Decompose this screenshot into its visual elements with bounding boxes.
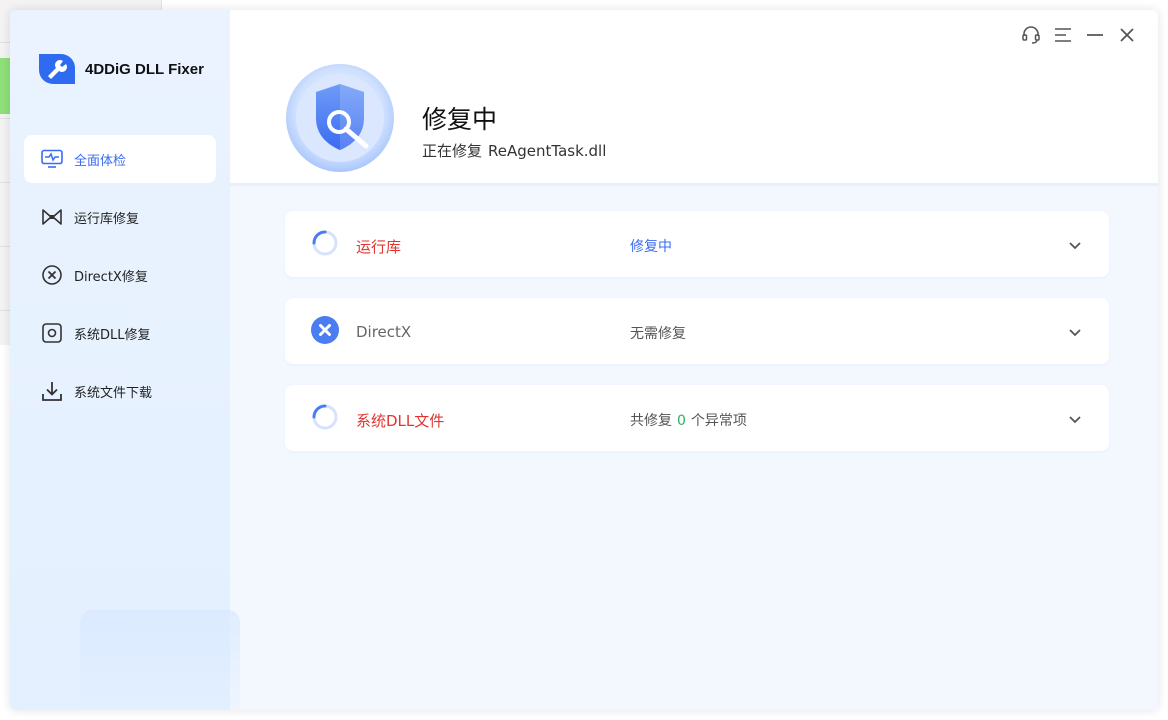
repair-card-directx[interactable]: DirectX 无需修复 [285,298,1109,364]
sidebar-item-label: 运行库修复 [74,211,140,227]
repaired-count: 0 [677,413,686,429]
sidebar: 4DDiG DLL Fixer 全面体检 运行库修复 DirectX修复 系统D… [10,10,240,710]
status-suffix: 个异常项 [690,413,747,429]
chevron-down-icon[interactable] [1067,324,1083,340]
sidebar-decoration [80,610,240,710]
status-prefix: 共修复 [630,413,672,429]
card-title: 运行库 [356,238,402,256]
card-title: 系统DLL文件 [356,412,445,430]
sidebar-item-system-dll-repair[interactable]: 系统DLL修复 [24,309,216,357]
shield-search-icon [286,64,394,172]
sidebar-item-full-checkup[interactable]: 全面体检 [24,135,216,183]
repair-card-runtime[interactable]: 运行库 修复中 [285,211,1109,277]
brand: 4DDiG DLL Fixer [35,50,204,88]
download-icon [40,379,64,403]
sidebar-item-label: 系统DLL修复 [74,327,151,343]
sidebar-item-system-file-download[interactable]: 系统文件下载 [24,367,216,415]
card-title: DirectX [356,323,412,341]
x-circle-icon [40,263,64,287]
card-status: 修复中 [630,239,672,255]
bowtie-icon [40,205,64,229]
monitor-pulse-icon [40,147,64,171]
app-name: 4DDiG DLL Fixer [85,60,204,78]
repair-card-system-dll[interactable]: 系统DLL文件 共修复 0 个异常项 [285,385,1109,451]
spinner-icon [312,404,338,430]
header: 修复中 正在修复 ReAgentTask.dll [230,10,1158,186]
subtitle-prefix: 正在修复 [422,142,483,160]
headset-icon[interactable] [1020,24,1042,46]
sidebar-item-directx-repair[interactable]: DirectX修复 [24,251,216,299]
sidebar-item-label: DirectX修复 [74,269,148,285]
main-panel: 修复中 正在修复 ReAgentTask.dll 运行库 修复中 DirectX … [230,10,1158,710]
close-icon[interactable] [1116,24,1138,46]
sidebar-item-label: 系统文件下载 [74,385,153,401]
app-window: 4DDiG DLL Fixer 全面体检 运行库修复 DirectX修复 系统D… [10,10,1158,710]
x-circle-icon [311,316,339,344]
card-status: 无需修复 [630,326,686,342]
menu-icon[interactable] [1052,24,1074,46]
sidebar-nav: 全面体检 运行库修复 DirectX修复 系统DLL修复 系统文件下载 [24,135,216,425]
chip-icon [40,321,64,345]
sidebar-item-runtime-repair[interactable]: 运行库修复 [24,193,216,241]
chevron-down-icon[interactable] [1067,237,1083,253]
chevron-down-icon[interactable] [1067,411,1083,427]
window-controls [1010,24,1138,46]
sidebar-item-label: 全面体检 [74,153,127,169]
current-file-name: ReAgentTask.dll [488,142,607,160]
minimize-icon[interactable] [1084,24,1106,46]
repair-progress-text: 正在修复 ReAgentTask.dll [422,140,606,161]
card-status: 共修复 0 个异常项 [630,410,747,430]
page-title: 修复中 [422,105,498,134]
spinner-icon [312,230,338,256]
app-logo-icon [39,54,75,84]
